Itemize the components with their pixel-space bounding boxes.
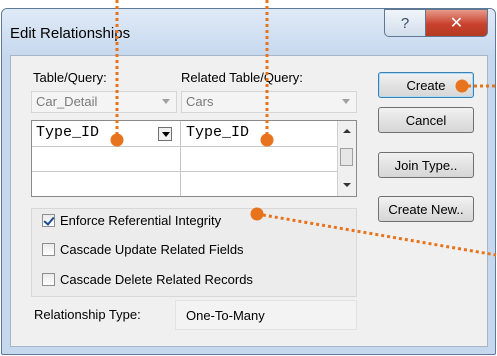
annotation-dot [455,79,469,93]
annotation-dot [110,133,124,147]
annotation-overlay [110,0,497,257]
annotation-dot [260,133,274,147]
annotation-leader-line [256,212,497,257]
annotation-dot [250,207,264,221]
